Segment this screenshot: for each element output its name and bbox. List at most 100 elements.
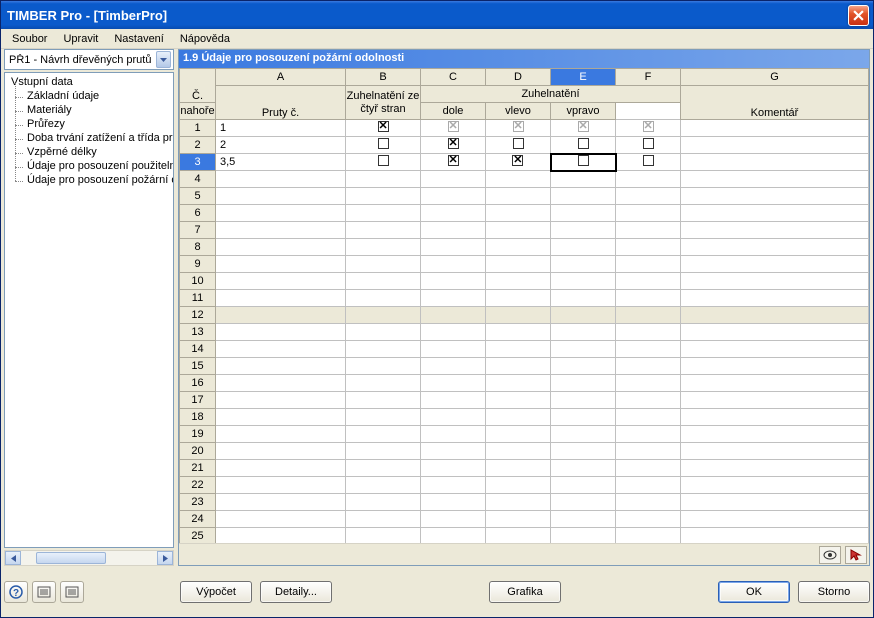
chevron-down-icon[interactable] xyxy=(156,51,171,68)
cell[interactable] xyxy=(681,273,869,290)
tree-item[interactable]: Údaje pro posouzení požární odolnosti xyxy=(25,173,173,187)
cell[interactable] xyxy=(486,443,551,460)
row-header[interactable]: 11 xyxy=(180,290,216,307)
cell[interactable] xyxy=(551,137,616,154)
cell[interactable]: 1 xyxy=(216,120,346,137)
cell[interactable] xyxy=(616,426,681,443)
col-header[interactable]: dole xyxy=(421,103,486,120)
cell[interactable] xyxy=(421,477,486,494)
scroll-track[interactable] xyxy=(21,551,157,565)
tree-hscrollbar[interactable] xyxy=(4,550,174,566)
cell[interactable] xyxy=(551,375,616,392)
cell[interactable] xyxy=(681,154,869,171)
cell[interactable] xyxy=(421,273,486,290)
cell[interactable] xyxy=(216,392,346,409)
cell[interactable] xyxy=(216,222,346,239)
row-header[interactable]: 8 xyxy=(180,239,216,256)
cell[interactable] xyxy=(616,171,681,188)
cell[interactable] xyxy=(551,290,616,307)
row-header[interactable]: 5 xyxy=(180,188,216,205)
cell[interactable] xyxy=(216,477,346,494)
col-header[interactable]: vlevo xyxy=(486,103,551,120)
checkbox[interactable] xyxy=(448,155,459,166)
cell[interactable] xyxy=(346,307,421,324)
cell[interactable] xyxy=(486,460,551,477)
cell[interactable] xyxy=(346,511,421,528)
cell[interactable] xyxy=(421,460,486,477)
row-header[interactable]: 16 xyxy=(180,375,216,392)
cell[interactable] xyxy=(616,205,681,222)
cell[interactable] xyxy=(551,511,616,528)
cell[interactable] xyxy=(681,205,869,222)
row-header[interactable]: 13 xyxy=(180,324,216,341)
cell[interactable] xyxy=(421,375,486,392)
cell[interactable] xyxy=(421,426,486,443)
checkbox[interactable] xyxy=(643,138,654,149)
row-header[interactable]: 15 xyxy=(180,358,216,375)
cell[interactable] xyxy=(616,239,681,256)
cell[interactable] xyxy=(551,222,616,239)
cell[interactable] xyxy=(551,460,616,477)
pick-from-list-button-2[interactable] xyxy=(60,581,84,603)
cell[interactable] xyxy=(346,392,421,409)
cell[interactable] xyxy=(216,273,346,290)
cell[interactable] xyxy=(681,477,869,494)
checkbox[interactable] xyxy=(512,155,523,166)
cell[interactable] xyxy=(421,154,486,171)
cell[interactable] xyxy=(681,358,869,375)
cell[interactable] xyxy=(486,324,551,341)
cell[interactable] xyxy=(216,324,346,341)
cell[interactable] xyxy=(216,443,346,460)
checkbox[interactable] xyxy=(448,138,459,149)
cell[interactable] xyxy=(486,307,551,324)
col-letter[interactable]: C xyxy=(421,69,486,86)
cell[interactable] xyxy=(681,120,869,137)
cell[interactable] xyxy=(421,137,486,154)
cell[interactable] xyxy=(346,290,421,307)
cell[interactable] xyxy=(616,528,681,544)
cell[interactable] xyxy=(551,341,616,358)
col-header[interactable]: Pruty č. xyxy=(216,86,346,120)
row-header[interactable]: 7 xyxy=(180,222,216,239)
cell[interactable] xyxy=(421,392,486,409)
cell[interactable] xyxy=(486,341,551,358)
col-header[interactable]: nahoře xyxy=(180,103,216,120)
cell[interactable] xyxy=(616,273,681,290)
cell[interactable] xyxy=(486,188,551,205)
cell[interactable] xyxy=(681,443,869,460)
help-button[interactable]: ? xyxy=(4,581,28,603)
col-group-header[interactable]: Zuhelnatění xyxy=(421,86,681,103)
row-header[interactable]: 18 xyxy=(180,409,216,426)
row-header[interactable]: 21 xyxy=(180,460,216,477)
cell[interactable] xyxy=(681,409,869,426)
cell[interactable] xyxy=(216,171,346,188)
row-header[interactable]: 10 xyxy=(180,273,216,290)
cell[interactable] xyxy=(421,171,486,188)
cell[interactable] xyxy=(681,324,869,341)
cell[interactable] xyxy=(616,511,681,528)
row-header[interactable]: 1 xyxy=(180,120,216,137)
cell[interactable] xyxy=(421,205,486,222)
row-header[interactable]: 14 xyxy=(180,341,216,358)
calculate-button[interactable]: Výpočet xyxy=(180,581,252,603)
cell[interactable] xyxy=(421,222,486,239)
cell[interactable] xyxy=(486,273,551,290)
cell[interactable] xyxy=(551,443,616,460)
cell[interactable] xyxy=(551,477,616,494)
cell[interactable] xyxy=(486,137,551,154)
cell[interactable] xyxy=(681,290,869,307)
cell[interactable] xyxy=(346,171,421,188)
cell[interactable] xyxy=(421,409,486,426)
cell[interactable] xyxy=(616,443,681,460)
cell[interactable] xyxy=(486,120,551,137)
cell[interactable] xyxy=(486,409,551,426)
cell[interactable] xyxy=(216,290,346,307)
menu-upravit[interactable]: Upravit xyxy=(56,31,105,48)
cell[interactable] xyxy=(216,528,346,544)
col-header[interactable]: Zuhelnatění ze čtyř stran xyxy=(346,86,421,120)
row-header[interactable]: 23 xyxy=(180,494,216,511)
col-letter[interactable]: F xyxy=(616,69,681,86)
cell[interactable] xyxy=(486,171,551,188)
cell[interactable] xyxy=(551,273,616,290)
cell[interactable] xyxy=(346,528,421,544)
